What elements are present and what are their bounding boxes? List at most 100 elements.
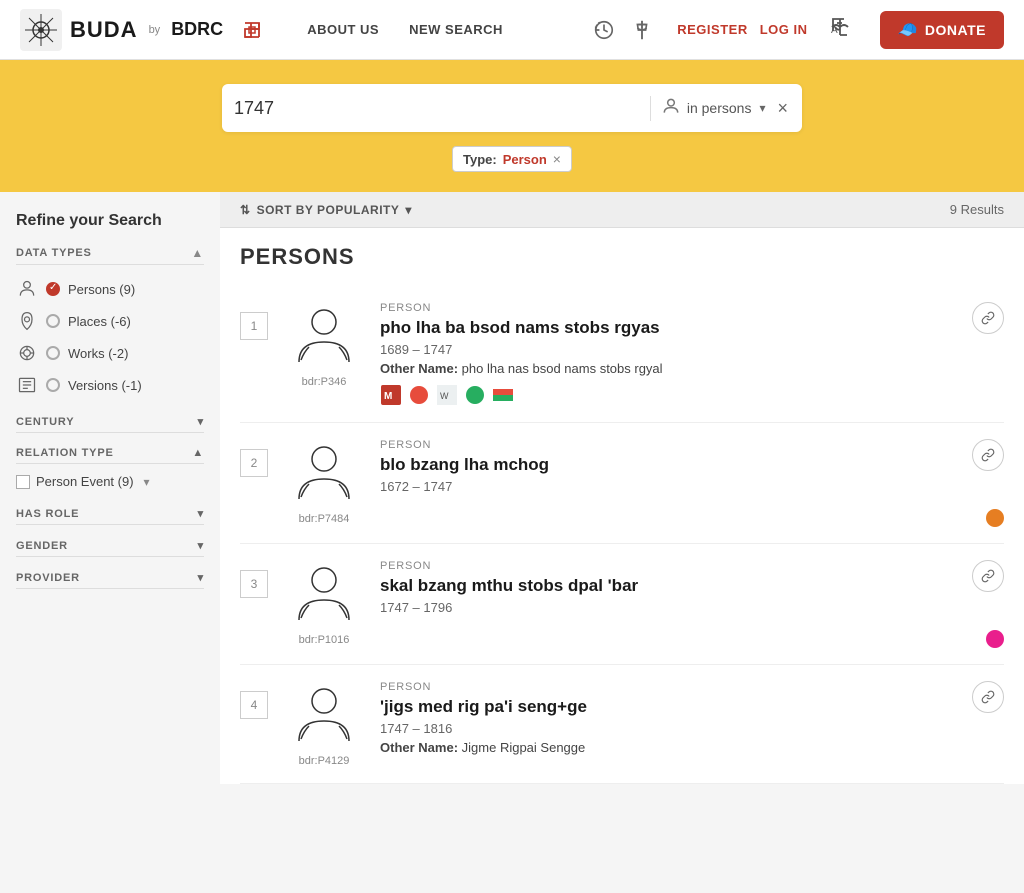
link-button-2[interactable] — [972, 439, 1004, 471]
result-actions-2 — [964, 439, 1004, 527]
result-name-3[interactable]: skal bzang mthu stobs dpal 'bar — [380, 576, 948, 596]
filter-tag-type: Type: Person × — [452, 146, 572, 172]
results-count: 9 Results — [950, 202, 1004, 217]
has-role-label: HAS ROLE — [16, 508, 79, 520]
result-info-4: PERSON 'jigs med rig pa'i seng+ge 1747 –… — [380, 681, 948, 755]
link-button-1[interactable] — [972, 302, 1004, 334]
search-type-label: in persons — [687, 100, 752, 116]
person-event-checkbox[interactable] — [16, 475, 30, 489]
search-bar: in persons ▾ × — [222, 84, 802, 132]
resource-badge-2[interactable] — [986, 509, 1004, 527]
relation-type-header[interactable]: RELATION TYPE ▲ — [16, 447, 204, 464]
result-dates-4: 1747 – 1816 — [380, 721, 948, 736]
century-header[interactable]: CENTURY ▾ — [16, 415, 204, 433]
sort-button[interactable]: ⇅ SORT BY POPULARITY ▾ — [240, 203, 412, 217]
versions-icon — [16, 374, 38, 396]
result-other-name-4: Other Name: Jigme Rigpai Sengge — [380, 740, 948, 755]
link-button-4[interactable] — [972, 681, 1004, 713]
nav-new-search[interactable]: NEW SEARCH — [409, 22, 503, 37]
header: BUDA by BDRC ABOUT US NEW SEARCH — [0, 0, 1024, 60]
sidebar-title: Refine your Search — [16, 212, 204, 230]
result-name-4[interactable]: 'jigs med rig pa'i seng+ge — [380, 697, 948, 717]
knot-icon — [237, 15, 267, 45]
sidebar-data-types-header[interactable]: DATA TYPES ▲ — [16, 246, 204, 265]
provider-chevron: ▾ — [198, 571, 204, 584]
sidebar-relation-person-event[interactable]: Person Event (9) ▾ — [16, 470, 204, 493]
resource-icon-4[interactable] — [464, 384, 486, 406]
search-type-area: in persons ▾ — [650, 96, 768, 121]
result-number-4: 4 — [240, 691, 268, 719]
has-role-header[interactable]: HAS ROLE ▾ — [16, 507, 204, 525]
sort-icon: ⇅ — [240, 203, 251, 217]
result-actions-1 — [964, 302, 1004, 334]
result-name-1[interactable]: pho lha ba bsod nams stobs rgyas — [380, 318, 948, 338]
result-number-2: 2 — [240, 449, 268, 477]
link-icon-1 — [981, 311, 995, 325]
nav-about-us[interactable]: ABOUT US — [307, 22, 379, 37]
result-icons-row-1: M W — [380, 384, 948, 406]
pin-button[interactable] — [631, 19, 653, 41]
search-type-dropdown[interactable]: ▾ — [757, 99, 767, 117]
provider-label: PROVIDER — [16, 572, 80, 584]
result-type-4: PERSON — [380, 681, 948, 693]
search-banner: in persons ▾ × Type: Person × — [0, 60, 1024, 192]
gender-header[interactable]: GENDER ▾ — [16, 539, 204, 557]
result-type-3: PERSON — [380, 560, 948, 572]
resource-icon-5[interactable] — [492, 384, 514, 406]
relation-type-chevron: ▲ — [192, 447, 204, 459]
results-toolbar: ⇅ SORT BY POPULARITY ▾ 9 Results — [220, 192, 1024, 228]
person-event-expand[interactable]: ▾ — [144, 475, 150, 489]
provider-header[interactable]: PROVIDER ▾ — [16, 571, 204, 589]
result-avatar-1: bdr:P346 — [284, 302, 364, 388]
result-avatar-4: bdr:P4129 — [284, 681, 364, 767]
search-type-icon — [661, 96, 681, 121]
avatar-id-2: bdr:P7484 — [299, 513, 350, 525]
sidebar-item-places[interactable]: Places (-6) — [16, 305, 204, 337]
result-name-2[interactable]: blo bzang lha mchog — [380, 455, 948, 475]
sort-chevron: ▾ — [405, 203, 412, 217]
history-icon — [593, 19, 615, 41]
resource-badge-3[interactable] — [986, 630, 1004, 648]
avatar-id-3: bdr:P1016 — [299, 634, 350, 646]
century-chevron: ▾ — [198, 415, 204, 428]
search-clear-button[interactable]: × — [775, 96, 790, 121]
resource-icon-1[interactable]: M — [380, 384, 402, 406]
result-info-1: PERSON pho lha ba bsod nams stobs rgyas … — [380, 302, 948, 406]
filter-tag-close[interactable]: × — [553, 151, 561, 167]
history-button[interactable] — [593, 19, 615, 41]
gender-label: GENDER — [16, 540, 68, 552]
versions-radio[interactable] — [46, 378, 60, 392]
persons-radio[interactable] — [46, 282, 60, 296]
sidebar-item-works[interactable]: Works (-2) — [16, 337, 204, 369]
result-dates-2: 1672 – 1747 — [380, 479, 948, 494]
login-link[interactable]: LOG IN — [760, 22, 808, 37]
places-icon — [16, 310, 38, 332]
result-avatar-3: bdr:P1016 — [284, 560, 364, 646]
person-avatar-icon — [289, 302, 359, 372]
logo-icon — [20, 9, 62, 51]
result-type-2: PERSON — [380, 439, 948, 451]
result-actions-3 — [964, 560, 1004, 648]
table-row: 2 bdr:P7484 PERSON blo bzang lha mchog 1… — [240, 423, 1004, 544]
places-radio[interactable] — [46, 314, 60, 328]
sidebar-item-versions[interactable]: Versions (-1) — [16, 369, 204, 401]
donate-label: DONATE — [925, 22, 986, 38]
gender-chevron: ▾ — [198, 539, 204, 552]
translate-button[interactable]: A — [828, 15, 852, 45]
resource-icon-3[interactable]: W — [436, 384, 458, 406]
versions-label: Versions (-1) — [68, 378, 142, 393]
result-avatar-2: bdr:P7484 — [284, 439, 364, 525]
works-radio[interactable] — [46, 346, 60, 360]
resource-icon-2[interactable] — [408, 384, 430, 406]
auth-links: REGISTER LOG IN — [677, 22, 807, 37]
link-button-3[interactable] — [972, 560, 1004, 592]
donate-button[interactable]: 🧢 DONATE — [880, 11, 1005, 49]
link-icon-3 — [981, 569, 995, 583]
data-types-label: DATA TYPES — [16, 247, 92, 259]
header-icons: REGISTER LOG IN A 🧢 DONATE — [593, 11, 1004, 49]
section-title: PERSONS — [240, 244, 1004, 270]
sidebar-item-persons[interactable]: Persons (9) — [16, 273, 204, 305]
register-link[interactable]: REGISTER — [677, 22, 747, 37]
search-input[interactable] — [234, 98, 642, 119]
link-icon-4 — [981, 690, 995, 704]
